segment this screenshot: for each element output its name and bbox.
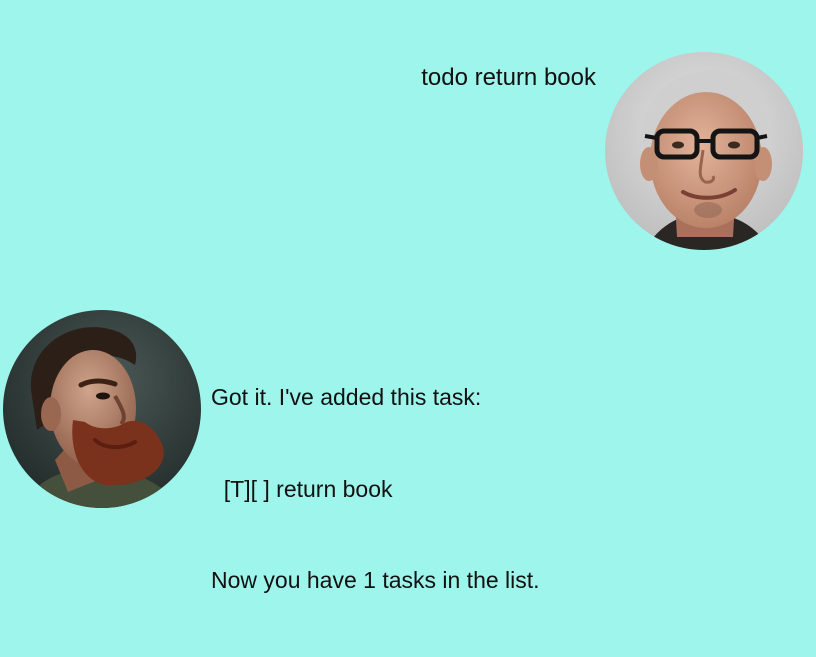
bot-avatar <box>3 310 201 508</box>
user-avatar <box>605 52 803 250</box>
chat-window: todo return book Got it. I've added this… <box>0 0 816 593</box>
bot-message-line: Got it. I've added this task: <box>211 384 482 410</box>
bot-message-line: Now you have 1 tasks in the list. <box>211 567 540 593</box>
bot-message-line: [T][ ] return book <box>211 475 393 502</box>
user-message-text: todo return book <box>421 64 596 91</box>
bot-message-text: Got it. I've added this task: [T][ ] ret… <box>211 321 631 657</box>
